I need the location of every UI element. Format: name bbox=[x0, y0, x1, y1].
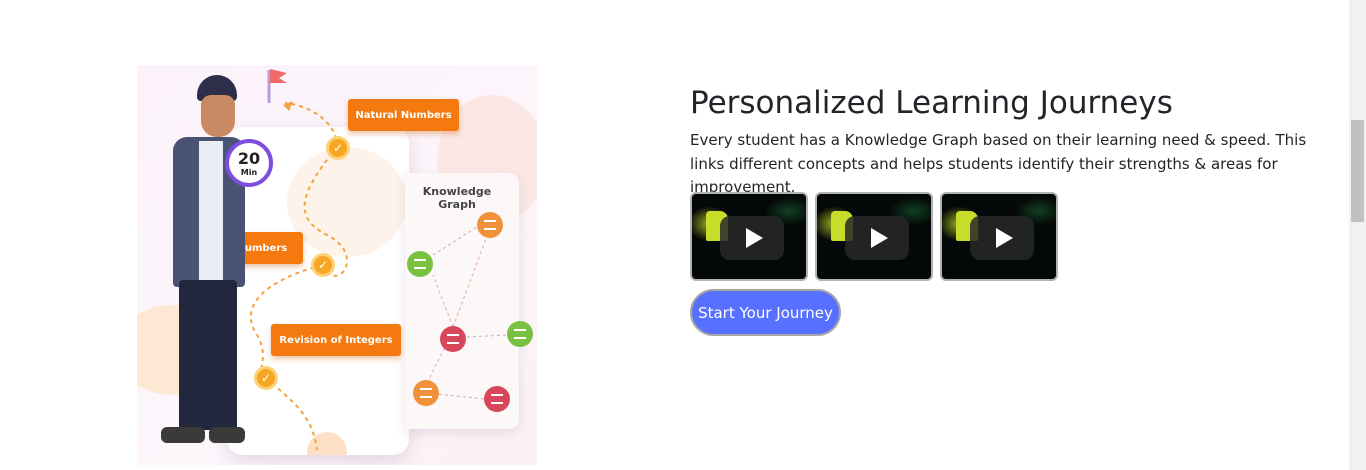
node-red-icon bbox=[484, 386, 510, 412]
start-journey-button[interactable]: Start Your Journey bbox=[690, 289, 841, 336]
check-icon: ✓ bbox=[326, 136, 350, 160]
student-figure bbox=[155, 75, 245, 455]
play-icon[interactable] bbox=[845, 216, 909, 260]
node-orange-icon bbox=[477, 212, 503, 238]
timer-unit: Min bbox=[240, 168, 258, 177]
play-icon[interactable] bbox=[720, 216, 784, 260]
play-icon[interactable] bbox=[970, 216, 1034, 260]
check-icon: ✓ bbox=[254, 366, 278, 390]
video-thumbnail-3[interactable] bbox=[940, 192, 1058, 281]
tag-revision-of-integers: Revision of Integers bbox=[271, 324, 401, 356]
section-description: Every student has a Knowledge Graph base… bbox=[690, 131, 1307, 196]
tag-natural-numbers: Natural Numbers bbox=[348, 99, 459, 131]
scrollbar-thumb[interactable] bbox=[1351, 120, 1364, 222]
timer-value: 20 bbox=[237, 149, 261, 168]
node-green-icon bbox=[407, 251, 433, 277]
video-thumbnail-1[interactable] bbox=[690, 192, 808, 281]
node-red-icon bbox=[440, 326, 466, 352]
node-green-icon bbox=[507, 321, 533, 347]
section-title: Personalized Learning Journeys bbox=[690, 85, 1173, 121]
node-orange-icon bbox=[413, 380, 439, 406]
timer-badge: 20 Min bbox=[225, 139, 273, 187]
video-thumbnail-2[interactable] bbox=[815, 192, 933, 281]
scrollbar-track[interactable] bbox=[1349, 0, 1366, 470]
check-icon: ✓ bbox=[311, 253, 335, 277]
video-thumbnails bbox=[690, 192, 1058, 281]
hero-illustration: Knowledge Graph Natural Numbers Whole Nu… bbox=[137, 65, 537, 465]
